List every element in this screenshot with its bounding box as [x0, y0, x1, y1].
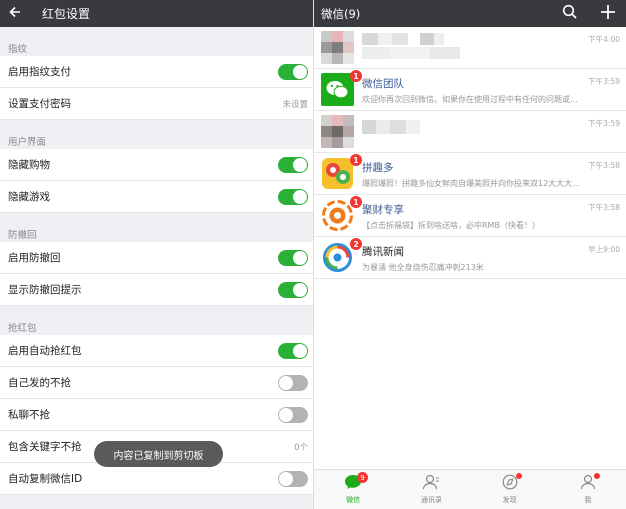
toggle-switch[interactable] — [278, 156, 308, 173]
unread-badge: 1 — [350, 70, 362, 82]
chat-preview: 为暴涌 他全身烧伤忍痛冲刺213米 — [362, 263, 484, 272]
blurred-text — [362, 33, 472, 61]
tab-label: 微信 — [346, 496, 361, 504]
bottom-tab-bar: 9 微信 通讯录 发现 我 — [314, 469, 626, 509]
tab-discover[interactable]: 发现 — [471, 470, 549, 509]
setting-value: 未设置 — [282, 99, 308, 110]
chat-time: 下午3:58 — [588, 161, 620, 170]
blurred-text — [362, 119, 422, 134]
tab-contacts[interactable]: 通讯录 — [392, 470, 470, 509]
setting-row-hide-shopping[interactable]: 隐藏购物 — [0, 149, 313, 181]
chat-time: 下午3:59 — [588, 77, 620, 86]
setting-label: 私聊不抢 — [8, 409, 50, 421]
arrow-left-icon[interactable] — [8, 4, 28, 23]
toggle-switch[interactable] — [278, 470, 308, 487]
chat-name: 拼趣多 — [362, 162, 394, 174]
toggle-switch[interactable] — [278, 63, 308, 80]
setting-label: 隐藏购物 — [8, 159, 50, 171]
tab-chats[interactable]: 9 微信 — [314, 470, 392, 509]
setting-row-skip-own[interactable]: 自己发的不抢 — [0, 367, 313, 399]
plus-icon[interactable] — [600, 4, 616, 24]
wechat-header: 微信(9) — [314, 0, 626, 27]
setting-label: 隐藏游戏 — [8, 191, 50, 203]
section-label-redpacket: 抢红包 — [8, 323, 37, 334]
chat-name: 微信团队 — [362, 78, 404, 90]
jucai-logo-icon: 1 — [321, 196, 362, 232]
unread-badge: 1 — [350, 154, 362, 166]
contacts-icon — [422, 474, 440, 494]
toggle-switch[interactable] — [278, 374, 308, 391]
setting-label: 启用自动抢红包 — [8, 345, 82, 357]
chat-item[interactable]: 1 微信团队 欢迎你再次回到微信。如果你在使用过程中有任何的问题或... 下午3… — [314, 69, 626, 111]
setting-row-fingerprint-pay[interactable]: 启用指纹支付 — [0, 56, 313, 88]
tab-me[interactable]: 我 — [549, 470, 626, 509]
setting-row-copy-wechat-id[interactable]: 自动复制微信ID — [0, 463, 313, 495]
setting-label: 自己发的不抢 — [8, 377, 71, 389]
chat-item[interactable]: 2 腾讯新闻 为暴涌 他全身烧伤忍痛冲刺213米 早上9:00 — [314, 237, 626, 279]
tab-label: 通讯录 — [420, 496, 442, 504]
section-label-recall: 防撤回 — [8, 230, 37, 241]
copied-toast: 内容已复制到剪切板 — [94, 441, 223, 467]
avatar — [321, 115, 354, 148]
setting-row-skip-private[interactable]: 私聊不抢 — [0, 399, 313, 431]
chat-preview: 欢迎你再次回到微信。如果你在使用过程中有任何的问题或... — [362, 95, 578, 104]
toggle-switch[interactable] — [278, 342, 308, 359]
tab-label: 我 — [584, 496, 592, 504]
setting-row-pay-password[interactable]: 设置支付密码 未设置 — [0, 88, 313, 120]
setting-row-auto-grab[interactable]: 启用自动抢红包 — [0, 335, 313, 367]
setting-label: 设置支付密码 — [8, 98, 71, 110]
setting-label: 自动复制微信ID — [8, 473, 83, 485]
page-title: 微信(9) — [321, 6, 361, 21]
setting-label: 启用防撤回 — [8, 252, 61, 264]
setting-label: 包含关键字不抢 — [8, 441, 82, 453]
redpacket-settings-pane: 红包设置 指纹 启用指纹支付 设置支付密码 未设置 用户界面 隐藏购物 隐藏游戏… — [0, 0, 313, 509]
notification-dot — [515, 473, 522, 479]
toggle-switch[interactable] — [278, 281, 308, 298]
tab-label: 发现 — [502, 496, 517, 504]
chat-item[interactable]: 下午4:00 — [314, 27, 626, 69]
unread-badge: 1 — [350, 196, 362, 208]
toggle-switch[interactable] — [278, 406, 308, 423]
setting-value: 0个 — [294, 442, 308, 453]
chat-preview: 【点击拆福袋】拆到啥送啥，必中RMB（快看！） — [362, 221, 540, 230]
tencent-news-logo-icon: 2 — [321, 238, 362, 274]
setting-label: 显示防撤回提示 — [8, 284, 82, 296]
setting-row-enable-anti-recall[interactable]: 启用防撤回 — [0, 242, 313, 274]
wechat-logo-icon: 1 — [321, 70, 362, 106]
chat-preview: 爆照爆照！拼趣多仙女鲜肉自爆美照并向你投来双12大大大... — [362, 179, 580, 188]
setting-row-hide-games[interactable]: 隐藏游戏 — [0, 181, 313, 213]
chat-item[interactable]: 下午3:59 — [314, 111, 626, 153]
chat-name: 腾讯新闻 — [362, 246, 404, 258]
chat-time: 早上9:00 — [588, 245, 620, 254]
setting-label: 启用指纹支付 — [8, 66, 71, 78]
chat-time: 下午3:58 — [588, 203, 620, 212]
pinquduo-logo-icon: 1 — [321, 154, 362, 190]
search-icon[interactable] — [562, 4, 578, 24]
chat-list: 下午4:00 1 微信团队 欢迎你再次回到微信。如果你在使用过程中有任何的问题或… — [314, 27, 626, 279]
avatar — [321, 31, 354, 64]
section-label-fingerprint: 指纹 — [8, 44, 28, 55]
setting-row-show-recall-tip[interactable]: 显示防撤回提示 — [0, 274, 313, 306]
chat-time: 下午4:00 — [588, 35, 620, 44]
chat-name: 聚财专享 — [362, 204, 404, 216]
chat-time: 下午3:59 — [588, 119, 620, 128]
notification-dot — [593, 473, 600, 479]
chat-item[interactable]: 1 拼趣多 爆照爆照！拼趣多仙女鲜肉自爆美照并向你投来双12大大大... 下午3… — [314, 153, 626, 195]
unread-badge: 2 — [350, 238, 362, 250]
wechat-chat-pane: 微信(9) 下午4:00 1 微信团队 欢迎你再次回到微信。如果你在使用过程中有… — [313, 0, 626, 509]
unread-badge: 9 — [357, 472, 368, 483]
settings-header: 红包设置 — [0, 0, 313, 27]
toggle-switch[interactable] — [278, 249, 308, 266]
section-label-ui: 用户界面 — [8, 137, 47, 148]
page-title: 红包设置 — [42, 7, 91, 21]
chat-item[interactable]: 1 聚财专享 【点击拆福袋】拆到啥送啥，必中RMB（快看！） 下午3:58 — [314, 195, 626, 237]
screenshot-root: 红包设置 指纹 启用指纹支付 设置支付密码 未设置 用户界面 隐藏购物 隐藏游戏… — [0, 0, 626, 509]
toggle-switch[interactable] — [278, 188, 308, 205]
